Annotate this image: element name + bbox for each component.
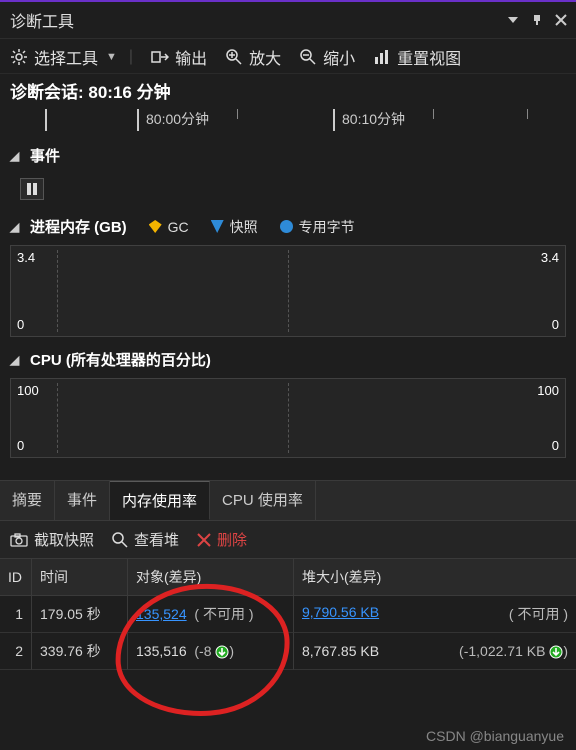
y-axis-min: 0 xyxy=(17,438,24,453)
watermark: CSDN @bianguanyue xyxy=(426,728,564,744)
cpu-title: CPU (所有处理器的百分比) xyxy=(30,349,211,370)
reset-view-button[interactable]: 重置视图 xyxy=(373,45,461,69)
heap-diff: ( 不可用 ) xyxy=(509,604,568,624)
zoom-out-button[interactable]: 缩小 xyxy=(299,45,355,69)
events-title: 事件 xyxy=(30,145,60,166)
objects-count: 135,516 xyxy=(136,643,187,659)
snapshot-table: ID 时间 对象(差异) 堆大小(差异) 1 179.05 秒 135,524 … xyxy=(0,559,576,670)
objects-link[interactable]: 135,524 xyxy=(136,606,187,622)
col-heap[interactable]: 堆大小(差异) xyxy=(294,559,576,596)
table-row[interactable]: 1 179.05 秒 135,524 ( 不可用 ) 9,790.56 KB (… xyxy=(0,596,576,633)
bars-icon xyxy=(373,48,391,66)
y-axis-min-r: 0 xyxy=(552,317,559,332)
pin-icon[interactable] xyxy=(530,13,544,27)
x-icon xyxy=(197,533,211,547)
objects-diff: (-8 ) xyxy=(194,643,234,659)
reset-view-label: 重置视图 xyxy=(397,45,461,69)
search-icon xyxy=(112,532,128,548)
window-title: 诊断工具 xyxy=(10,8,74,32)
ruler-tick: 80:00分钟 xyxy=(138,109,201,129)
view-heap-label: 查看堆 xyxy=(134,529,179,550)
cell-time: 179.05 秒 xyxy=(32,596,128,633)
usage-tabs: 摘要 事件 内存使用率 CPU 使用率 截取快照 查看堆 删除 xyxy=(0,480,576,670)
legend-snapshot: 快照 xyxy=(211,217,258,237)
table-row[interactable]: 2 339.76 秒 135,516 (-8 ) 8,767.85 KB (-1… xyxy=(0,633,576,670)
timeline-ruler[interactable]: 80:00分钟 80:10分钟 xyxy=(8,109,568,137)
legend-private-bytes: 专用字节 xyxy=(280,217,355,237)
col-time[interactable]: 时间 xyxy=(32,559,128,596)
y-axis-max-r: 100 xyxy=(537,383,559,398)
snapshot-marker-icon xyxy=(211,220,224,233)
snapshot-toolbar: 截取快照 查看堆 删除 xyxy=(0,521,576,559)
arrow-down-icon xyxy=(215,645,229,659)
gear-icon xyxy=(10,48,28,66)
memory-section: ◢ 进程内存 (GB) GC 快照 专用字节 3.4 3.4 0 0 xyxy=(6,210,570,337)
tab-summary[interactable]: 摘要 xyxy=(0,481,55,520)
objects-diff: ( 不可用 ) xyxy=(194,606,253,622)
tab-cpu-usage[interactable]: CPU 使用率 xyxy=(210,481,316,520)
zoom-out-label: 缩小 xyxy=(323,45,355,69)
gc-marker-icon xyxy=(149,220,162,233)
cpu-section: ◢ CPU (所有处理器的百分比) 100 100 0 0 xyxy=(6,343,570,458)
y-axis-max-r: 3.4 xyxy=(541,250,559,265)
cell-heap: 9,790.56 KB ( 不可用 ) xyxy=(294,596,576,633)
take-snapshot-button[interactable]: 截取快照 xyxy=(10,529,94,550)
close-icon[interactable] xyxy=(554,13,568,27)
legend-gc: GC xyxy=(149,219,189,235)
private-bytes-marker-icon xyxy=(280,220,293,233)
heap-link[interactable]: 9,790.56 KB xyxy=(302,604,379,620)
delete-button[interactable]: 删除 xyxy=(197,529,247,550)
output-label: 输出 xyxy=(175,45,207,69)
delete-label: 删除 xyxy=(217,529,247,550)
tab-events[interactable]: 事件 xyxy=(55,481,110,520)
cell-objects: 135,516 (-8 ) xyxy=(128,633,294,670)
session-label: 诊断会话: 80:16 分钟 xyxy=(0,74,576,109)
memory-header[interactable]: ◢ 进程内存 (GB) GC 快照 专用字节 xyxy=(6,210,570,243)
take-snapshot-label: 截取快照 xyxy=(34,529,94,550)
camera-icon xyxy=(10,533,28,547)
y-axis-min: 0 xyxy=(17,317,24,332)
ruler-tick: 80:10分钟 xyxy=(334,109,397,129)
tab-memory-usage[interactable]: 内存使用率 xyxy=(110,481,210,520)
output-icon xyxy=(151,48,169,66)
y-axis-max: 3.4 xyxy=(17,250,35,265)
cpu-header[interactable]: ◢ CPU (所有处理器的百分比) xyxy=(6,343,570,376)
output-button[interactable]: 输出 xyxy=(151,45,207,69)
zoom-out-icon xyxy=(299,48,317,66)
caret-down-icon: ▼ xyxy=(106,51,117,63)
cell-id: 1 xyxy=(0,596,32,633)
arrow-down-icon xyxy=(549,645,563,659)
collapse-icon: ◢ xyxy=(10,149,20,163)
cpu-chart[interactable]: 100 100 0 0 xyxy=(10,378,566,458)
collapse-icon: ◢ xyxy=(10,220,20,234)
zoom-in-label: 放大 xyxy=(249,45,281,69)
heap-size: 8,767.85 KB xyxy=(302,643,379,659)
heap-diff: (-1,022.71 KB ) xyxy=(459,643,568,659)
pause-button[interactable] xyxy=(20,178,44,200)
cell-objects: 135,524 ( 不可用 ) xyxy=(128,596,294,633)
table-header-row: ID 时间 对象(差异) 堆大小(差异) xyxy=(0,559,576,596)
col-objects[interactable]: 对象(差异) xyxy=(128,559,294,596)
titlebar: 诊断工具 xyxy=(0,2,576,39)
y-axis-min-r: 0 xyxy=(552,438,559,453)
y-axis-max: 100 xyxy=(17,383,39,398)
select-tool-button[interactable]: 选择工具 ▼ | xyxy=(10,45,133,69)
cell-time: 339.76 秒 xyxy=(32,633,128,670)
cell-heap: 8,767.85 KB (-1,022.71 KB ) xyxy=(294,633,576,670)
select-tool-label: 选择工具 xyxy=(34,45,98,69)
window-menu-icon[interactable] xyxy=(506,13,520,27)
zoom-in-button[interactable]: 放大 xyxy=(225,45,281,69)
events-header[interactable]: ◢ 事件 xyxy=(6,139,570,172)
memory-title: 进程内存 (GB) xyxy=(30,216,127,237)
memory-chart[interactable]: 3.4 3.4 0 0 xyxy=(10,245,566,337)
cell-id: 2 xyxy=(0,633,32,670)
col-id[interactable]: ID xyxy=(0,559,32,596)
collapse-icon: ◢ xyxy=(10,353,20,367)
zoom-in-icon xyxy=(225,48,243,66)
toolbar: 选择工具 ▼ | 输出 放大 缩小 重置视图 xyxy=(0,39,576,74)
view-heap-button[interactable]: 查看堆 xyxy=(112,529,179,550)
events-section: ◢ 事件 xyxy=(6,139,570,208)
